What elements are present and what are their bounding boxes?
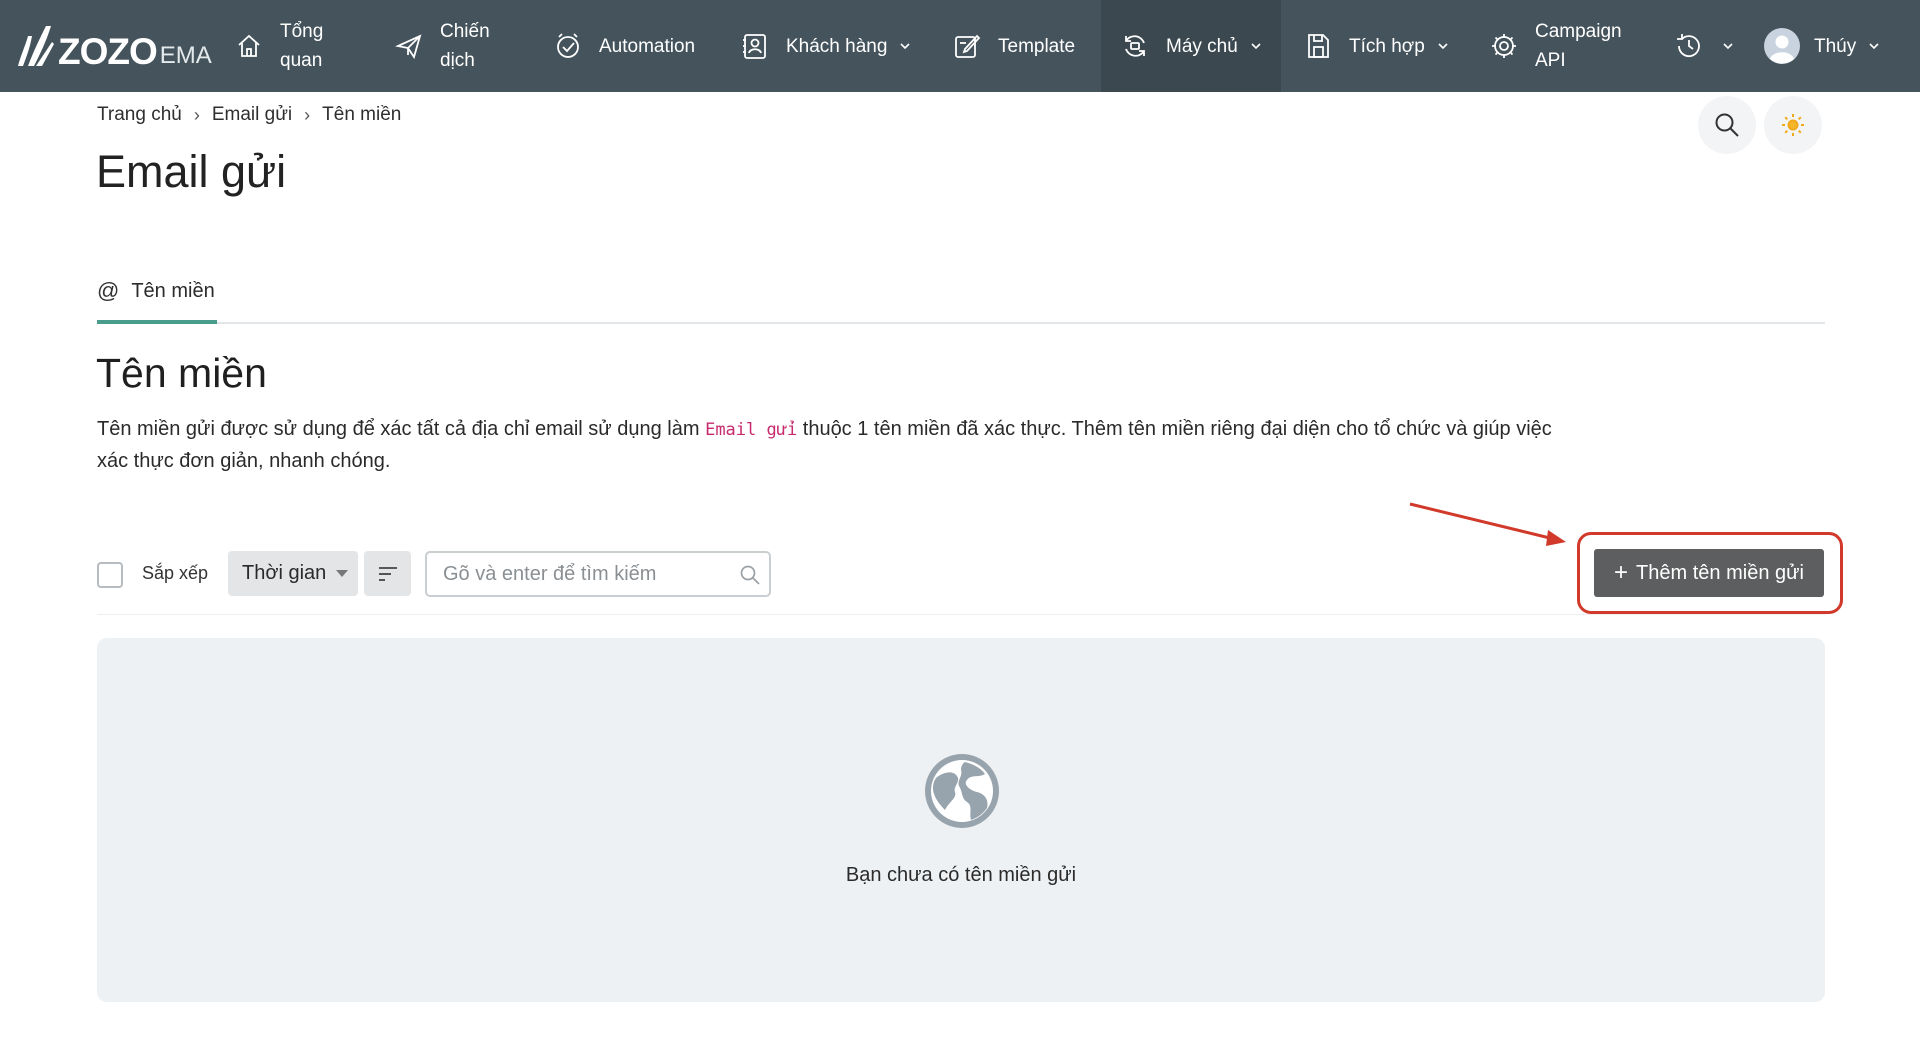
add-button-label: Thêm tên miền gửi — [1636, 561, 1804, 584]
sun-icon — [1782, 114, 1804, 136]
brand-name: ZOZO — [58, 31, 158, 72]
inline-code: Email gửi — [705, 420, 798, 440]
user-menu[interactable]: Thúy — [1764, 0, 1880, 92]
server-sync-icon — [1125, 35, 1145, 57]
search-input[interactable] — [443, 553, 723, 595]
select-all-checkbox[interactable] — [97, 562, 123, 588]
nav-label: Automation — [599, 35, 696, 57]
chevron-down-icon — [1438, 43, 1448, 50]
nav-item-campaign-api[interactable]: Campaign API — [1489, 0, 1631, 92]
plus-icon: + — [1614, 559, 1629, 586]
chevron-down-icon — [1251, 43, 1261, 50]
top-navbar: ZOZO EMA Tổng quan Chiến dịch Automation K… — [0, 0, 1920, 92]
breadcrumb-separator: › — [304, 104, 311, 125]
section-description: Tên miền gửi được sử dụng để xác tất cả … — [97, 418, 1552, 472]
nav-label: Khách hàng — [786, 35, 888, 57]
empty-state: Bạn chưa có tên miền gửi — [97, 638, 1825, 1002]
tab-label: Tên miền — [131, 280, 215, 302]
chevron-down-icon — [900, 43, 910, 50]
search-icon — [1715, 113, 1739, 137]
annotation-arrow-icon — [1409, 502, 1566, 546]
home-icon — [238, 34, 260, 57]
breadcrumb-separator: › — [193, 104, 200, 125]
nav-item-overview[interactable]: Tổng quan — [234, 0, 340, 92]
logo-mark-icon — [18, 26, 54, 66]
tab-domains[interactable]: @ Tên miền — [97, 278, 217, 324]
globe-icon — [925, 754, 999, 828]
nav-label: Template — [998, 35, 1076, 57]
sort-lines-icon — [378, 566, 397, 581]
breadcrumb: Trang chủ › Email gửi › Tên miền — [97, 104, 401, 126]
brand-suffix: EMA — [159, 42, 212, 69]
clock-check-icon — [557, 33, 579, 58]
edit-icon — [955, 34, 981, 58]
sort-label: Sắp xếp — [142, 563, 209, 583]
search-icon[interactable] — [739, 564, 761, 586]
nav-label: Campaign API — [1535, 21, 1622, 71]
nav-label: Chiến dịch — [440, 21, 490, 71]
breadcrumb-current: Tên miền — [322, 104, 402, 125]
nav-label: Tích hợp — [1349, 35, 1425, 57]
caret-down-icon — [336, 570, 348, 577]
history-menu[interactable] — [1674, 0, 1734, 92]
paper-plane-icon — [395, 34, 422, 60]
contacts-icon — [743, 34, 766, 59]
sort-order-button[interactable] — [364, 551, 411, 596]
breadcrumb-home[interactable]: Trang chủ — [97, 104, 182, 126]
avatar-icon — [1764, 28, 1800, 64]
integration-icon — [1308, 34, 1329, 58]
nav-label: Máy chủ — [1166, 35, 1238, 57]
divider — [97, 614, 1825, 615]
at-sign-icon: @ — [97, 278, 120, 303]
nav-item-campaign[interactable]: Chiến dịch — [394, 0, 500, 92]
history-icon — [1677, 34, 1700, 58]
gear-api-icon — [1492, 34, 1516, 58]
nav-item-automation[interactable]: Automation — [553, 0, 695, 92]
sort-field-value: Thời gian — [242, 562, 327, 584]
add-sending-domain-button[interactable]: + Thêm tên miền gửi — [1594, 549, 1824, 597]
nav-item-servers[interactable]: Máy chủ — [1101, 0, 1281, 92]
chevron-down-icon — [1723, 43, 1733, 50]
search-field[interactable] — [425, 551, 771, 597]
user-name: Thúy — [1814, 35, 1857, 57]
nav-item-template[interactable]: Template — [952, 0, 1075, 92]
global-search-button[interactable] — [1698, 96, 1756, 154]
theme-toggle-button[interactable] — [1764, 96, 1822, 154]
section-title: Tên miền — [96, 350, 267, 396]
nav-item-customers[interactable]: Khách hàng — [740, 0, 911, 92]
brand-logo[interactable]: ZOZO EMA — [14, 22, 212, 70]
nav-item-integration[interactable]: Tích hợp — [1303, 0, 1449, 92]
nav-label: Tổng quan — [280, 21, 324, 71]
tab-bar: @ Tên miền — [97, 270, 1825, 324]
empty-state-text: Bạn chưa có tên miền gửi — [845, 864, 1077, 886]
page-title: Email gửi — [96, 146, 287, 197]
chevron-down-icon — [1869, 43, 1879, 50]
breadcrumb-email-sender[interactable]: Email gửi — [212, 104, 292, 126]
sort-field-select[interactable]: Thời gian — [228, 551, 358, 596]
